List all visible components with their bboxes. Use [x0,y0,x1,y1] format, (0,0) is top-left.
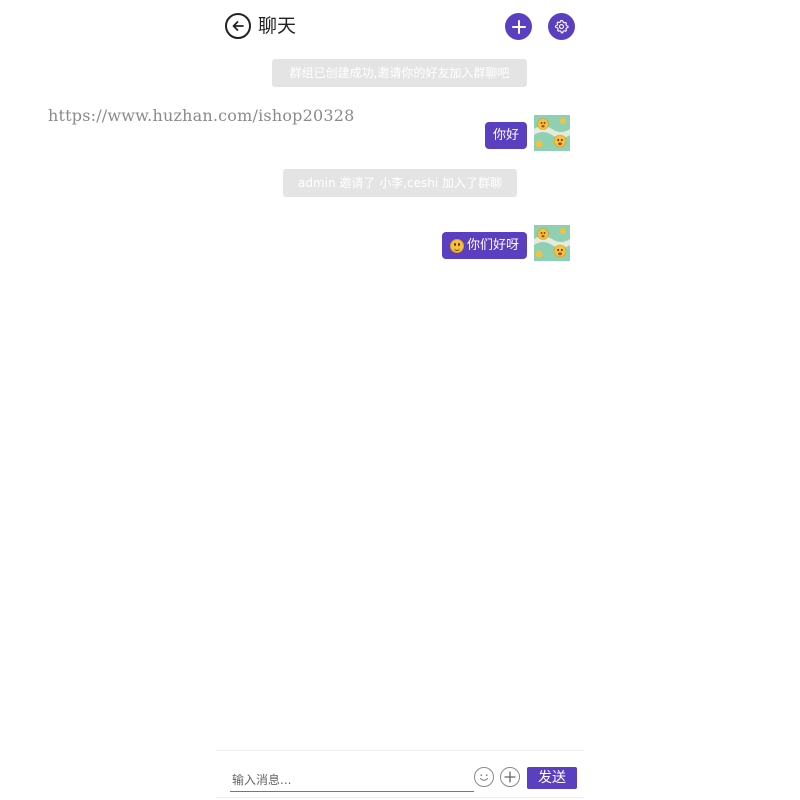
add-member-button[interactable] [505,13,532,40]
plus-circle-icon [504,771,516,783]
back-button[interactable] [225,13,251,39]
message-bubble: 你们好呀 [441,232,527,259]
emoji-button[interactable] [474,767,494,787]
send-button[interactable]: 发送 [527,767,577,789]
settings-button[interactable] [548,13,575,40]
emoji-pattern-icon [534,115,570,151]
avatar[interactable] [534,225,570,261]
message-text: 你们好呀 [466,238,519,253]
emoji-pattern-icon [534,225,570,261]
system-message: 群组已创建成功,邀请你的好友加入群聊吧 [272,59,527,87]
page-title: 聊天 [258,15,297,37]
plus-icon [511,19,526,34]
message-input[interactable] [230,769,474,792]
message-bubble: 你好 [484,122,527,149]
chat-header: 聊天 [216,0,584,52]
arrow-left-icon [232,21,244,31]
system-message: admin 邀请了 小李,ceshi 加入了群聊 [283,169,517,197]
avatar[interactable] [534,115,570,151]
gear-icon [555,19,569,34]
smiling-face-icon [449,238,464,253]
chat-panel: 聊天 群组已创建成功,邀请你的好友加入群聊吧 你好 admin 邀请了 小李,c… [216,0,584,800]
smiley-icon [479,774,489,781]
more-options-button[interactable] [500,767,520,787]
message-composer: 发送 [216,750,584,798]
